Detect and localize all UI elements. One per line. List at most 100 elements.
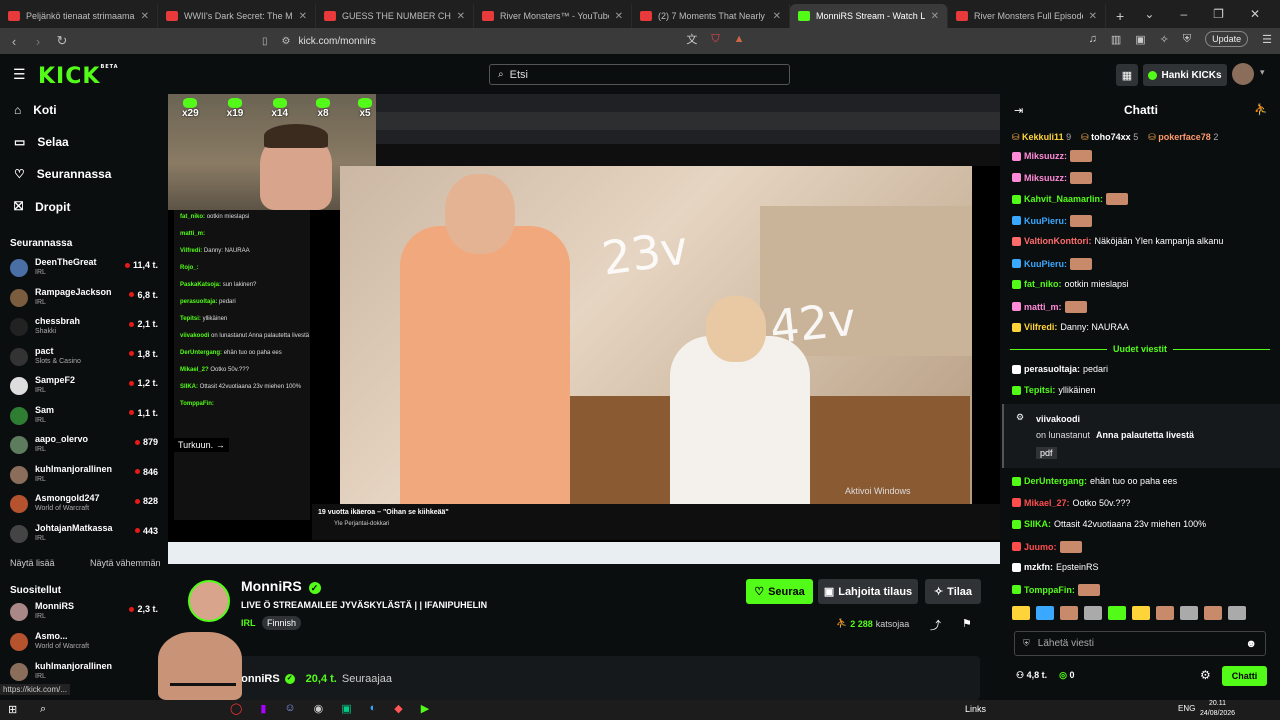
chat-username[interactable]: fat_niko: <box>1024 279 1062 289</box>
menu-icon[interactable]: ☰ <box>1262 33 1272 46</box>
tab-close-icon[interactable]: ✕ <box>615 11 623 22</box>
update-button[interactable]: Update <box>1205 31 1249 47</box>
chat-username[interactable]: Juumo: <box>1024 542 1057 552</box>
kick-app-icon[interactable]: ▶ <box>421 702 429 715</box>
links-label[interactable]: Links <box>965 704 986 714</box>
music-icon[interactable]: ♫ <box>1089 33 1097 45</box>
edge-icon[interactable]: ◐ <box>370 702 377 715</box>
browser-tab[interactable]: River Monsters™ - YouTube ✕ <box>474 4 632 28</box>
start-icon[interactable]: ⊞ <box>8 703 17 716</box>
sidebar-channel[interactable]: JohtajanMatkassa IRL 443 <box>10 522 160 548</box>
subscribe-button[interactable]: ✧ Tilaa <box>925 579 981 604</box>
sidebar-nav-item[interactable]: ♡ Seurannassa <box>14 167 111 181</box>
opera-icon[interactable]: ◯ <box>230 702 242 715</box>
follow-button[interactable]: ♡ Seuraa <box>746 579 813 604</box>
show-more-link[interactable]: Näytä lisää <box>10 558 55 568</box>
chat-username[interactable]: Mikael_27: <box>1024 498 1070 508</box>
sidebar-icon[interactable]: ▥ <box>1111 33 1121 46</box>
chat-username[interactable]: perasuoltaja: <box>1024 364 1080 374</box>
back-icon[interactable]: ‹ <box>4 34 24 49</box>
top-gifter[interactable]: ⛁ toho74xx 5 <box>1081 132 1138 143</box>
chat-username[interactable]: Tepitsi: <box>1024 385 1055 395</box>
lang-label[interactable]: ENG <box>1178 704 1195 713</box>
browser-tab[interactable]: MonniRS Stream - Watch Li... ✕ <box>790 4 948 28</box>
chat-users-icon[interactable]: ⛹ <box>1254 103 1268 116</box>
site-info-icon[interactable]: ⚙ <box>282 36 291 47</box>
emoji-icon[interactable]: ☻ <box>1245 638 1257 650</box>
sidebar-channel[interactable]: Asmongold247 World of Warcraft 828 <box>10 492 160 518</box>
get-kicks-button[interactable]: Hanki KICKs <box>1143 64 1227 86</box>
sidebar-channel[interactable]: MonniRS IRL 2,3 t. <box>10 600 160 626</box>
tab-close-icon[interactable]: ✕ <box>299 11 307 22</box>
chat-username[interactable]: Kahvit_Naamarlin: <box>1024 194 1103 204</box>
show-less-link[interactable]: Näytä vähemmän <box>90 558 161 568</box>
sidebar-nav-item[interactable]: ⛝ Dropit <box>14 199 70 214</box>
chat-username[interactable]: matti_m: <box>1024 302 1062 312</box>
sidebar-channel[interactable]: SampeF2 IRL 1,2 t. <box>10 374 160 400</box>
avatar-chevron-icon[interactable]: ▾ <box>1260 67 1265 78</box>
chrome-icon[interactable]: ◉ <box>314 702 324 715</box>
kick-logo[interactable]: KICKBETA <box>38 64 119 89</box>
channel-avatar[interactable] <box>188 580 230 622</box>
brave-shield-icon[interactable]: ⛉ <box>711 33 719 46</box>
chat-username[interactable]: KuuPieru: <box>1024 259 1067 269</box>
close-window-icon[interactable]: ✕ <box>1250 7 1260 21</box>
chat-settings-icon[interactable]: ⚙ <box>1200 668 1211 682</box>
tab-close-icon[interactable]: ✕ <box>931 11 939 22</box>
url-field[interactable]: ▯ ⚙ kick.com/monnirs <box>262 31 996 51</box>
kicks-footer[interactable]: ⚇ 4,8 t. <box>1016 670 1047 681</box>
browser-tab[interactable]: GUESS THE NUMBER CHALLENGE! ✕ <box>316 4 474 28</box>
chat-username[interactable]: Vilfredi: <box>1024 322 1057 332</box>
chat-username[interactable]: KuuPieru: <box>1024 216 1067 226</box>
send-chat-button[interactable]: Chatti <box>1222 666 1267 686</box>
sidebar-channel[interactable]: chessbrah Shakki 2,1 t. <box>10 315 160 341</box>
store-icon[interactable]: ▣ <box>341 702 351 715</box>
sidebar-nav-item[interactable]: ▭ Selaa <box>14 135 69 149</box>
points-footer[interactable]: ◎ 0 <box>1059 670 1074 681</box>
hamburger-menu-icon[interactable]: ☰ <box>13 66 26 83</box>
vpn-icon[interactable]: ⛨ <box>1183 33 1191 46</box>
teams-icon[interactable]: ▮ <box>260 702 266 715</box>
sidebar-channel[interactable]: aapo_olervo IRL 879 <box>10 433 160 459</box>
browser-tab[interactable]: River Monsters Full Episode - South... ✕ <box>948 4 1106 28</box>
top-gifter[interactable]: ⛁ pokerface78 2 <box>1148 132 1218 143</box>
sidebar-channel[interactable]: kuhlmanjorallinen IRL <box>10 660 160 686</box>
sidebar-channel[interactable]: Asmo... World of Warcraft <box>10 630 160 656</box>
translate-icon[interactable]: 文 <box>686 31 697 47</box>
report-icon[interactable]: ⚑ <box>962 617 972 630</box>
chat-username[interactable]: Miksuuzz: <box>1024 151 1067 161</box>
tab-search-icon[interactable]: ⌄ <box>1144 7 1154 21</box>
chat-username[interactable]: Miksuuzz: <box>1024 173 1067 183</box>
browser-tab[interactable]: Peljänkö tienaat strimaamalla? - La... ✕ <box>0 4 158 28</box>
browser-tab[interactable]: WWII's Dark Secret: The Massacre of... ✕ <box>158 4 316 28</box>
search-input[interactable]: ⌕ Etsi <box>489 64 790 85</box>
sidebar-channel[interactable]: DeenTheGreat IRL 11,4 t. <box>10 256 160 282</box>
bookmark-icon[interactable]: ▯ <box>262 36 268 47</box>
sidebar-channel[interactable]: pact Slots & Casino 1,8 t. <box>10 345 160 371</box>
tab-close-icon[interactable]: ✕ <box>773 11 781 22</box>
browser-tab[interactable]: (2) 7 Moments That Nearly Ended in... ✕ <box>632 4 790 28</box>
discord-icon[interactable]: ☺ <box>284 702 295 715</box>
sidebar-nav-item[interactable]: ⌂ Koti <box>14 103 57 117</box>
chat-input[interactable]: ⛨ Lähetä viesti ☻ <box>1014 631 1266 656</box>
reload-icon[interactable]: ↻ <box>52 33 72 49</box>
video-player[interactable]: x29 x19 x14 x8 x5 23v 42v Aktivoi Windows fa… <box>168 94 1000 564</box>
taskbar-search-icon[interactable]: ⌕ <box>40 703 46 716</box>
sidebar-channel[interactable]: RampageJackson IRL 6,8 t. <box>10 286 160 312</box>
sidebar-channel[interactable]: Sam IRL 1,1 t. <box>10 404 160 430</box>
collapse-chat-icon[interactable]: ⇥ <box>1014 104 1023 117</box>
sidebar-channel[interactable]: kuhlmanjorallinen IRL 846 <box>10 463 160 489</box>
gift-sub-button[interactable]: ▣ Lahjoita tilaus <box>818 579 918 604</box>
share-icon[interactable]: ⤴ <box>930 617 941 633</box>
chat-username[interactable]: DerUntergang: <box>1024 476 1087 486</box>
forward-icon[interactable]: › <box>28 34 48 49</box>
user-avatar[interactable] <box>1232 63 1254 85</box>
maximize-icon[interactable]: ❐ <box>1213 7 1224 21</box>
chat-username[interactable]: SIIKA: <box>1024 519 1051 529</box>
extensions-icon[interactable]: ✧ <box>1160 33 1169 46</box>
chat-username[interactable]: mzkfn: <box>1024 562 1053 572</box>
brave-icon[interactable]: ◆ <box>394 702 402 715</box>
tab-close-icon[interactable]: ✕ <box>141 11 149 22</box>
language-tag[interactable]: Finnish <box>262 616 302 630</box>
minimize-icon[interactable]: – <box>1180 7 1187 21</box>
